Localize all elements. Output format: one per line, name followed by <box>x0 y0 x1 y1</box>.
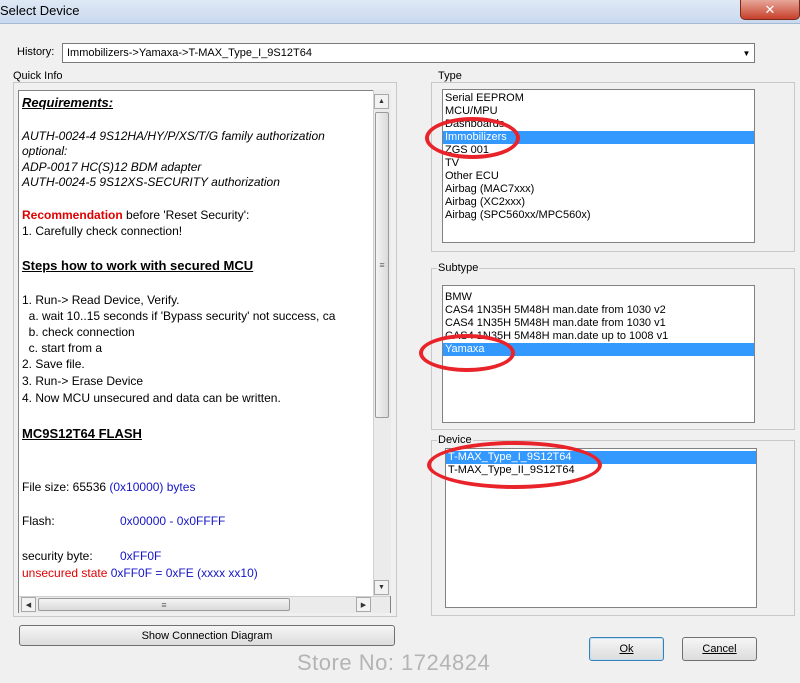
flash-heading: MC9S12T64 FLASH <box>22 426 142 441</box>
step-line: c. start from a <box>22 341 103 355</box>
security-label: security byte: <box>22 549 93 563</box>
highlight-ellipse <box>419 334 515 372</box>
recommendation-line: Recommendation before 'Reset Security': <box>22 208 249 222</box>
requirements-heading: Requirements: <box>22 95 114 110</box>
file-size-hex: (0x10000) bytes <box>109 480 196 494</box>
cancel-button[interactable]: Cancel <box>682 637 757 661</box>
ok-button-label: Ok <box>619 643 634 655</box>
type-item[interactable]: Serial EEPROM <box>443 92 754 105</box>
step-line: 1. Run-> Read Device, Verify. <box>22 293 180 307</box>
scroll-up-button[interactable]: ▲ <box>374 94 389 109</box>
type-item[interactable]: Other ECU <box>443 170 754 183</box>
arrow-down-icon: ▼ <box>378 584 385 591</box>
type-label: Type <box>437 70 463 82</box>
subtype-item[interactable]: CAS4 1N35H 5M48H man.date from 1030 v2 <box>443 304 754 317</box>
flash-range: 0x00000 - 0x0FFFF <box>120 514 226 528</box>
type-item[interactable]: TV <box>443 157 754 170</box>
close-icon: ✕ <box>764 1 776 17</box>
recommendation-step: 1. Carefully check connection! <box>22 224 183 238</box>
step-line: 4. Now MCU unsecured and data can be wri… <box>22 391 281 405</box>
close-button[interactable]: ✕ <box>740 0 800 20</box>
recommendation-text: before 'Reset Security': <box>122 208 250 222</box>
cancel-button-label: Cancel <box>702 643 737 655</box>
store-watermark: Store No: 1724824 <box>297 650 491 675</box>
unsecured-value: 0xFF0F = 0xFE (xxxx xx10) <box>107 566 258 580</box>
subtype-label: Subtype <box>437 262 480 274</box>
grip-icon: ≡ <box>161 599 167 610</box>
recommendation-label: Recommendation <box>22 208 123 222</box>
window-title: Select Device <box>0 3 80 18</box>
scroll-down-button[interactable]: ▼ <box>374 580 389 595</box>
ok-button[interactable]: Ok <box>589 637 664 661</box>
file-size-label: File size: 65536 <box>22 480 110 494</box>
show-connection-diagram-button[interactable]: Show Connection Diagram <box>19 625 395 646</box>
requirement-optional: optional: <box>22 144 68 158</box>
security-value: 0xFF0F <box>120 549 162 563</box>
unsecured-line: unsecured state 0xFF0F = 0xFE (xxxx xx10… <box>22 566 258 580</box>
step-line: 2. Save file. <box>22 357 85 371</box>
vertical-scroll-thumb[interactable]: ≡ <box>375 112 389 418</box>
type-item[interactable]: MCU/MPU <box>443 105 754 118</box>
subtype-item[interactable]: BMW <box>443 291 754 304</box>
unsecured-label: unsecured state <box>22 566 108 580</box>
title-bar <box>0 0 800 24</box>
step-line: a. wait 10..15 seconds if 'Bypass securi… <box>22 309 336 323</box>
quick-info-label: Quick Info <box>12 70 64 82</box>
arrow-left-icon: ◀ <box>25 601 32 609</box>
quick-info-panel[interactable]: Requirements: AUTH-0024-4 9S12HA/HY/P/XS… <box>18 90 391 613</box>
steps-heading: Steps how to work with secured MCU <box>22 258 254 273</box>
highlight-ellipse <box>425 117 520 159</box>
requirement-line: ADP-0017 HC(S)12 BDM adapter <box>22 160 202 174</box>
type-listbox[interactable]: Serial EEPROM MCU/MPU Dashboards Immobil… <box>442 89 755 243</box>
type-item[interactable]: Airbag (MAC7xxx) <box>443 183 754 196</box>
highlight-ellipse <box>427 441 602 489</box>
step-line: b. check connection <box>22 325 135 339</box>
flash-label: Flash: <box>22 514 55 528</box>
scroll-left-button[interactable]: ◀ <box>21 597 36 612</box>
history-combobox[interactable]: Immobilizers->Yamaxa->T-MAX_Type_I_9S12T… <box>62 43 755 63</box>
history-label: History: <box>17 46 55 58</box>
chevron-down-icon[interactable]: ▼ <box>739 45 754 61</box>
horizontal-scroll-thumb[interactable]: ≡ <box>38 598 290 611</box>
type-item[interactable]: Airbag (SPC560xx/MPC560x) <box>443 209 754 222</box>
requirement-line: AUTH-0024-4 9S12HA/HY/P/XS/T/G family au… <box>22 129 325 143</box>
subtype-item[interactable]: CAS4 1N35H 5M48H man.date from 1030 v1 <box>443 317 754 330</box>
grip-icon: ≡ <box>379 260 385 270</box>
step-line: 3. Run-> Erase Device <box>22 374 144 388</box>
scroll-right-button[interactable]: ▶ <box>356 597 371 612</box>
requirement-line: AUTH-0024-5 9S12XS-SECURITY authorizatio… <box>22 175 280 189</box>
arrow-up-icon: ▲ <box>378 98 385 105</box>
history-value: Immobilizers->Yamaxa->T-MAX_Type_I_9S12T… <box>67 47 312 59</box>
arrow-right-icon: ▶ <box>360 601 367 609</box>
file-size-line: File size: 65536 (0x10000) bytes <box>22 480 195 494</box>
type-item[interactable]: Airbag (XC2xxx) <box>443 196 754 209</box>
